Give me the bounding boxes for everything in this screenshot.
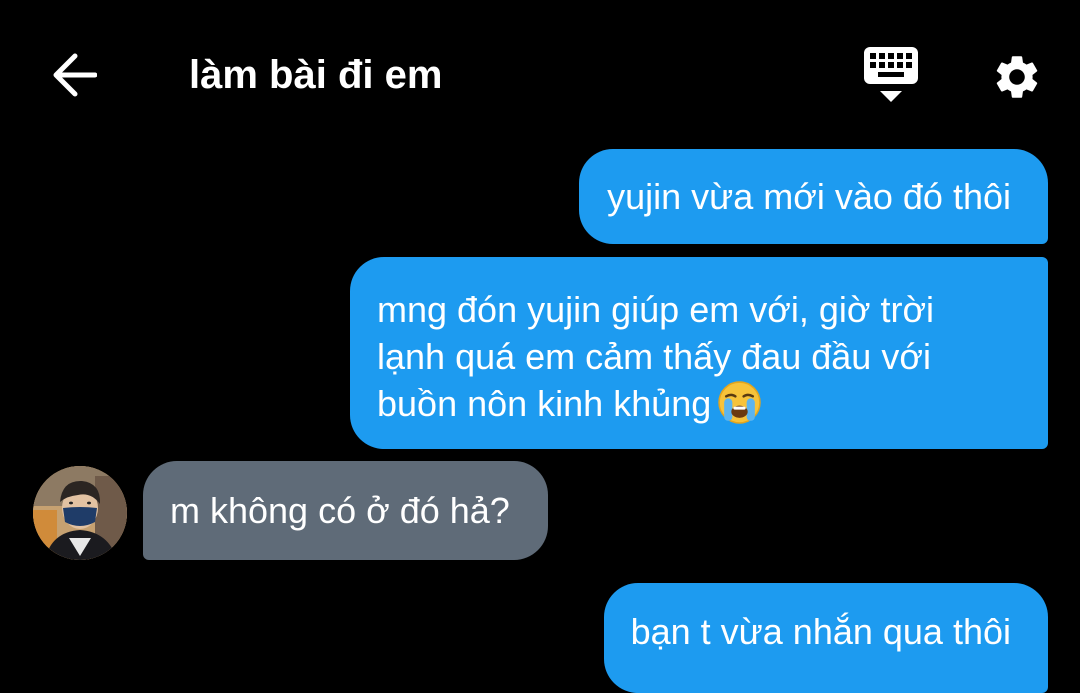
settings-button[interactable] (982, 46, 1052, 108)
arrow-back-icon (53, 53, 97, 97)
message-text-line: lạnh quá em cảm thấy đau đầu với (377, 336, 931, 377)
back-button[interactable] (44, 44, 104, 106)
message-text: m không có ở đó hả? (170, 490, 510, 531)
message-text-line-wrap: buồn nôn kinh khủng (377, 380, 990, 427)
message-text-line: mng đón yujin giúp em với, giờ trời (377, 289, 935, 330)
loudly-crying-face-icon (718, 381, 762, 424)
keyboard-button[interactable] (856, 46, 926, 110)
gear-icon (996, 56, 1038, 98)
avatar-photo (33, 466, 127, 560)
outgoing-message[interactable]: yujin vừa mới vào đó thôi (579, 149, 1048, 244)
message-text-line: buồn nôn kinh khủng (377, 383, 712, 424)
avatar[interactable] (33, 466, 127, 560)
conversation-title: làm bài đi em (189, 53, 443, 97)
keyboard-icon (864, 47, 918, 102)
message-text: yujin vừa mới vào đó thôi (607, 176, 1011, 217)
incoming-message[interactable]: m không có ở đó hả? (143, 461, 548, 560)
conversation-header: làm bài đi em (0, 0, 1080, 140)
message-text: bạn t vừa nhắn qua thôi (630, 611, 1011, 652)
outgoing-message[interactable]: bạn t vừa nhắn qua thôi (603, 583, 1048, 693)
outgoing-message[interactable]: mng đón yujin giúp em với, giờ trời lạnh… (350, 257, 1048, 449)
